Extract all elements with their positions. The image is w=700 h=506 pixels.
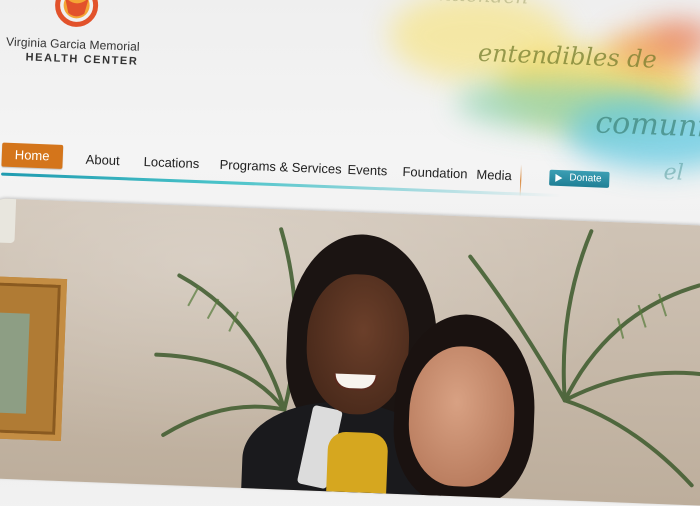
- nav-item-events[interactable]: Events: [347, 162, 387, 179]
- page: se ntienden entendibles de comunidad men…: [0, 0, 700, 506]
- nav-item-programs-services[interactable]: Programs & Services: [219, 157, 342, 177]
- donate-label: Donate: [569, 172, 602, 185]
- site-logo[interactable]: Virginia Garcia Memorial HEALTH CENTER: [5, 0, 168, 91]
- frame-inner: [0, 312, 30, 414]
- script-text: el: [663, 160, 685, 186]
- play-icon: [555, 173, 563, 183]
- nav-item-media[interactable]: Media: [476, 167, 512, 183]
- nav-item-home[interactable]: Home: [1, 142, 63, 169]
- donate-button[interactable]: Donate: [549, 169, 610, 188]
- nav-item-foundation[interactable]: Foundation: [402, 164, 468, 181]
- photo-shirt: [326, 431, 389, 494]
- logo-subtitle: HEALTH CENTER: [25, 51, 139, 68]
- hero-photo: ia: [0, 198, 700, 506]
- photo-face: [406, 344, 517, 489]
- photo-sign: ia: [0, 198, 17, 244]
- nav-item-locations[interactable]: Locations: [143, 154, 199, 171]
- figure-in-circle-logo-icon: [55, 0, 99, 27]
- photo-picture-frame: [0, 275, 68, 442]
- nav-item-about[interactable]: About: [85, 152, 120, 168]
